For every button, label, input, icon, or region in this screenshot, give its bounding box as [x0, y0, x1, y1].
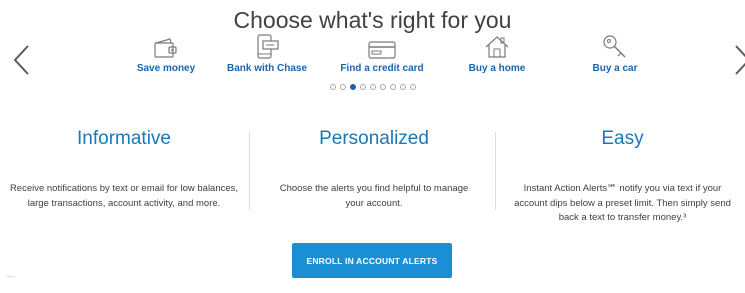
category-label: Find a credit card [340, 63, 424, 74]
carousel-dot-6[interactable] [380, 84, 386, 90]
column-divider [495, 132, 496, 210]
carousel-dot-8[interactable] [400, 84, 406, 90]
carousel-next-button[interactable] [728, 42, 745, 78]
carousel-dot-4[interactable] [360, 84, 366, 90]
feature-title: Informative [77, 128, 171, 149]
feature-description: Instant Action Alerts℠ notify you via te… [514, 183, 731, 224]
category-find-credit-card[interactable]: Find a credit card [327, 32, 437, 74]
divider [6, 276, 14, 277]
column-divider [249, 132, 250, 210]
chevron-left-icon [13, 45, 29, 75]
feature-personalized: Personalized Choose the alerts you find … [252, 128, 496, 211]
house-icon [485, 36, 509, 58]
carousel-dot-7[interactable] [390, 84, 396, 90]
carousel-dot-2[interactable] [340, 84, 346, 90]
carousel-dot-5[interactable] [370, 84, 376, 90]
category-buy-car[interactable]: Buy a car [560, 32, 670, 74]
carousel-title: Choose what's right for you [233, 7, 512, 33]
category-bank-with-chase[interactable]: Bank with Chase [212, 32, 322, 74]
feature-easy: Easy Instant Action Alerts℠ notify you v… [500, 128, 745, 226]
carousel-prev-button[interactable] [6, 42, 36, 78]
enroll-account-alerts-button[interactable]: ENROLL IN ACCOUNT ALERTS [292, 243, 452, 278]
category-buy-home[interactable]: Buy a home [442, 32, 552, 74]
credit-card-icon [368, 41, 396, 59]
chevron-right-icon [735, 45, 745, 75]
feature-informative: Informative Receive notifications by tex… [0, 128, 248, 211]
carousel-dot-1[interactable] [330, 84, 336, 90]
carousel-pagination [330, 84, 416, 90]
category-label: Bank with Chase [226, 63, 308, 74]
feature-description: Choose the alerts you find helpful to ma… [279, 183, 469, 209]
feature-description: Receive notifications by text or email f… [9, 183, 239, 209]
category-label: Save money [136, 63, 196, 74]
category-label: Buy a car [592, 63, 638, 74]
feature-title: Easy [601, 128, 644, 149]
category-label: Buy a home [468, 63, 526, 74]
carousel-dot-9[interactable] [410, 84, 416, 90]
carousel-dot-3[interactable] [350, 84, 356, 90]
car-key-icon [603, 35, 626, 58]
category-save-money[interactable]: Save money [111, 32, 221, 74]
mobile-check-icon [257, 34, 279, 59]
wallet-icon [154, 38, 177, 58]
feature-title: Personalized [319, 128, 429, 149]
